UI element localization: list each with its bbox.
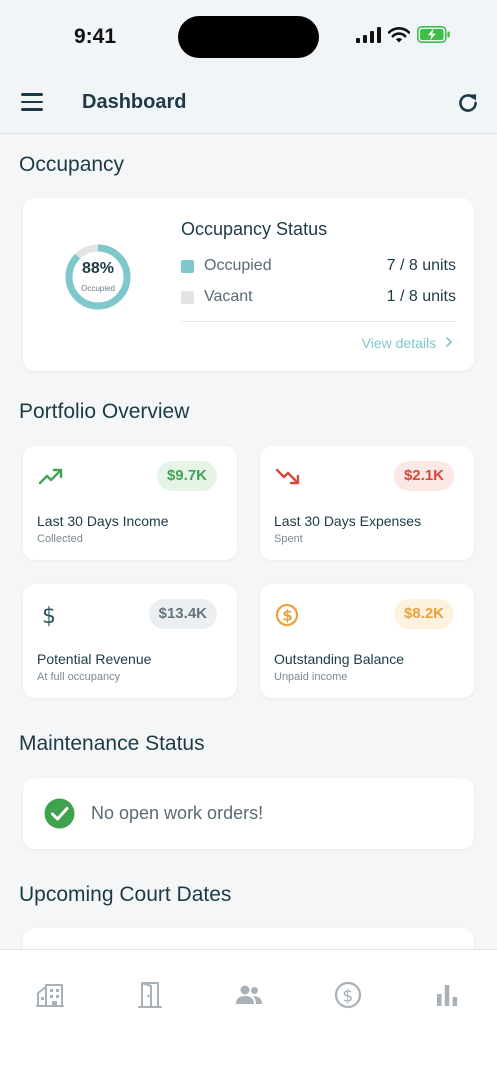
view-details-label: View details xyxy=(361,335,437,351)
svg-text:$: $ xyxy=(342,987,353,1007)
dynamic-island xyxy=(178,16,319,58)
income-label: Last 30 Days Income xyxy=(37,513,169,529)
outstanding-balance-card[interactable]: $ $8.2K Outstanding Balance Unpaid incom… xyxy=(260,584,474,698)
portfolio-section-title: Portfolio Overview xyxy=(19,400,190,423)
potential-revenue-badge: $13.4K xyxy=(148,599,217,629)
check-circle-icon xyxy=(44,798,75,829)
income-badge: $9.7K xyxy=(156,461,217,491)
occupancy-percent: 88% xyxy=(81,260,115,277)
buildings-icon[interactable] xyxy=(35,980,65,1010)
income-sublabel: Collected xyxy=(37,533,83,545)
divider xyxy=(181,321,456,322)
expenses-sublabel: Spent xyxy=(274,533,303,545)
trending-up-icon xyxy=(38,468,63,485)
menu-button[interactable] xyxy=(21,93,43,111)
occupancy-card: 88% Occupied Occupancy Status Occupied 7… xyxy=(23,198,474,371)
maintenance-section-title: Maintenance Status xyxy=(19,732,205,755)
app-header: Dashboard xyxy=(0,76,497,134)
dollar-coin-icon: $ xyxy=(275,603,299,627)
outstanding-balance-badge: $8.2K xyxy=(393,599,454,629)
occupied-row: Occupied 7 / 8 units xyxy=(181,257,456,277)
door-icon[interactable] xyxy=(135,980,165,1010)
occupancy-ring-label: Occupied xyxy=(81,284,115,293)
expenses-card[interactable]: $2.1K Last 30 Days Expenses Spent xyxy=(260,446,474,560)
svg-text:$: $ xyxy=(282,607,292,625)
occupied-swatch xyxy=(181,260,194,273)
occupied-value: 7 / 8 units xyxy=(386,257,456,274)
vacant-swatch xyxy=(181,291,194,304)
occupancy-section-title: Occupancy xyxy=(19,153,125,176)
people-icon[interactable] xyxy=(234,980,264,1010)
potential-revenue-card[interactable]: $ $13.4K Potential Revenue At full occup… xyxy=(23,584,237,698)
vacant-value: 1 / 8 units xyxy=(386,288,456,305)
dollar-coin-icon[interactable]: $ xyxy=(333,980,363,1010)
potential-revenue-label: Potential Revenue xyxy=(37,651,152,667)
outstanding-balance-label: Outstanding Balance xyxy=(274,651,404,667)
outstanding-balance-sublabel: Unpaid income xyxy=(274,671,348,683)
maintenance-card: No open work orders! xyxy=(23,778,474,849)
vacant-label: Vacant xyxy=(204,288,253,305)
chevron-right-icon xyxy=(446,337,452,347)
vacant-row: Vacant 1 / 8 units xyxy=(181,288,456,308)
expenses-badge: $2.1K xyxy=(393,461,454,491)
status-time: 9:41 xyxy=(74,25,117,48)
refresh-icon[interactable] xyxy=(455,90,481,116)
battery-charging-icon xyxy=(417,26,450,43)
wifi-icon xyxy=(388,26,410,42)
trending-down-icon xyxy=(275,468,300,485)
potential-revenue-sublabel: At full occupancy xyxy=(37,671,121,683)
status-icons xyxy=(356,26,451,43)
court-section-title: Upcoming Court Dates xyxy=(19,883,232,906)
bar-chart-icon[interactable] xyxy=(432,980,462,1010)
occupied-label: Occupied xyxy=(204,257,272,274)
page-title: Dashboard xyxy=(82,91,187,113)
expenses-label: Last 30 Days Expenses xyxy=(274,513,422,529)
view-details-link[interactable]: View details xyxy=(362,335,454,351)
bottom-nav: $ xyxy=(0,949,497,1080)
maintenance-message: No open work orders! xyxy=(91,803,264,823)
svg-text:$: $ xyxy=(42,604,56,628)
dollar-sign-icon: $ xyxy=(42,604,56,628)
status-bar: 9:41 xyxy=(0,0,497,76)
hamburger-icon xyxy=(21,108,43,111)
occupancy-status-title: Occupancy Status xyxy=(181,219,328,239)
cellular-signal-icon xyxy=(356,26,381,43)
hamburger-icon xyxy=(21,100,43,103)
income-card[interactable]: $9.7K Last 30 Days Income Collected xyxy=(23,446,237,560)
hamburger-icon xyxy=(21,93,43,96)
